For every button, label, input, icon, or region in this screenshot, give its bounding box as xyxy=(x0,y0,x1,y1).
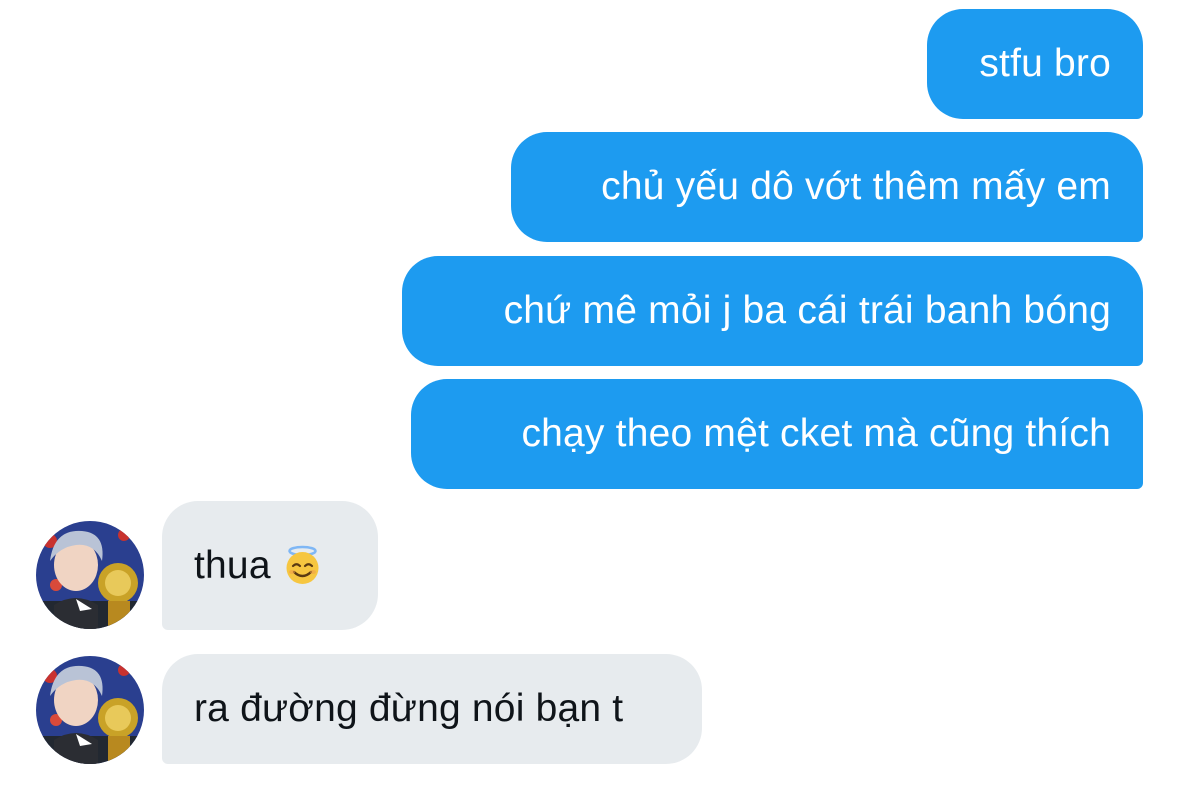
message-text: stfu bro xyxy=(979,42,1111,85)
message-text: thua xyxy=(194,544,271,587)
sent-message-bubble[interactable]: chủ yếu dô vớt thêm mấy em xyxy=(511,132,1143,242)
message-text: chứ mê mỏi j ba cái trái banh bóng xyxy=(503,289,1111,332)
sent-message-bubble[interactable]: chứ mê mỏi j ba cái trái banh bóng xyxy=(402,256,1143,366)
sent-message-bubble[interactable]: stfu bro xyxy=(927,9,1143,119)
sent-message-bubble[interactable]: chạy theo mệt cket mà cũng thích xyxy=(411,379,1143,489)
message-text: ra đường đừng nói bạn t xyxy=(194,687,624,730)
sender-avatar[interactable] xyxy=(36,656,144,764)
user-avatar-photo-icon xyxy=(36,656,144,764)
user-avatar-photo-icon xyxy=(36,521,144,629)
sender-avatar[interactable] xyxy=(36,521,144,629)
smiling-face-with-halo-emoji-icon xyxy=(283,545,322,585)
received-message-bubble[interactable]: ra đường đừng nói bạn t xyxy=(162,654,702,764)
message-text: chạy theo mệt cket mà cũng thích xyxy=(521,412,1111,455)
message-text: chủ yếu dô vớt thêm mấy em xyxy=(601,165,1111,208)
received-message-bubble[interactable]: thua xyxy=(162,501,378,630)
